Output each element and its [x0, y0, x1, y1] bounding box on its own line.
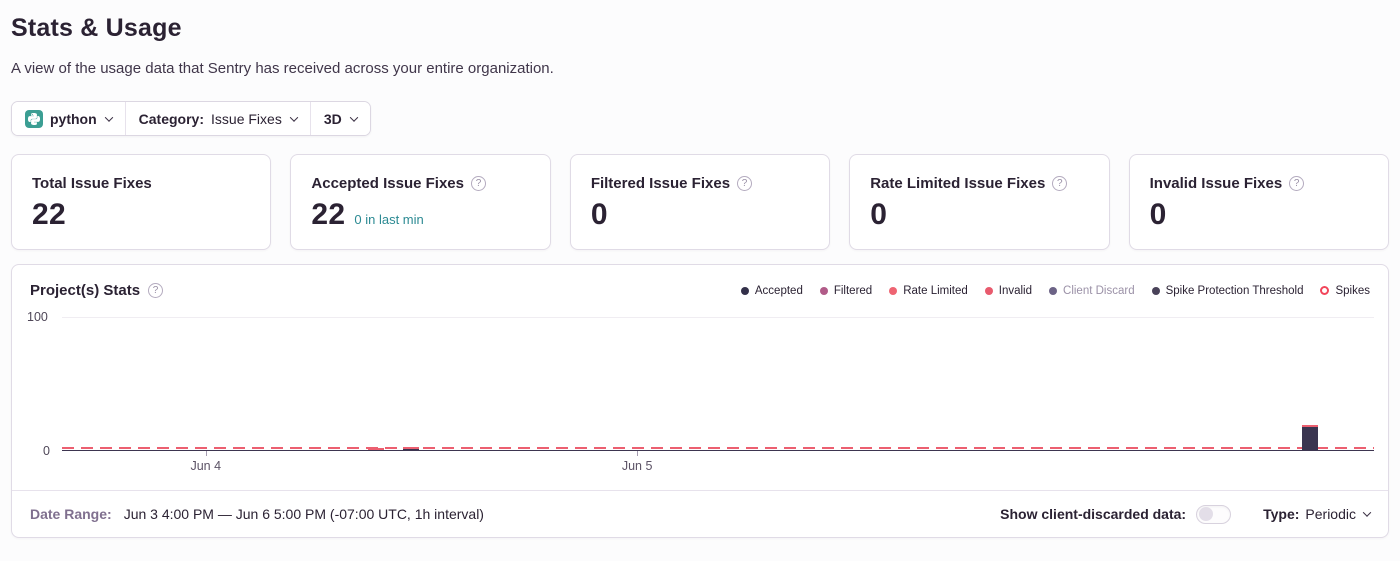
stat-card-label: Invalid Issue Fixes: [1150, 175, 1283, 192]
legend-dot-icon: [985, 287, 993, 295]
stat-card-value-row: 0: [1150, 198, 1368, 232]
stat-card-header: Filtered Issue Fixes?: [591, 175, 809, 192]
stat-card: Invalid Issue Fixes? 0: [1129, 154, 1389, 250]
type-value: Periodic: [1305, 506, 1356, 522]
legend-item[interactable]: Invalid: [985, 285, 1032, 297]
stat-card-value-row: 0: [870, 198, 1088, 232]
stat-card-value-row: 0: [591, 198, 809, 232]
stat-card-value: 22: [311, 198, 345, 232]
legend-item[interactable]: Client Discard: [1049, 285, 1135, 297]
help-icon[interactable]: ?: [471, 176, 486, 191]
stat-card-value-row: 22 0 in last min: [311, 198, 529, 232]
chart-legend: Accepted Filtered Rate Limited Invalid Clien…: [741, 285, 1370, 297]
chart-bar: [368, 448, 384, 450]
x-axis-tick-label: Jun 5: [622, 459, 653, 473]
gridline-100: [62, 317, 1374, 318]
chevron-down-icon: [104, 113, 112, 121]
legend-label: Filtered: [834, 285, 872, 297]
chart-footer: Date Range: Jun 3 4:00 PM — Jun 6 5:00 P…: [12, 490, 1388, 537]
x-axis: Jun 4 Jun 5: [62, 451, 1374, 478]
stat-card-label: Total Issue Fixes: [32, 175, 152, 192]
legend-item[interactable]: Spikes: [1320, 285, 1370, 297]
period-filter-value: 3D: [324, 111, 342, 127]
legend-dot-icon: [1049, 287, 1057, 295]
legend-item[interactable]: Accepted: [741, 285, 803, 297]
chevron-down-icon: [290, 113, 298, 121]
chevron-down-icon: [1363, 508, 1371, 516]
help-icon[interactable]: ?: [737, 176, 752, 191]
stat-card-value: 0: [1150, 198, 1167, 232]
category-filter-value: Issue Fixes: [211, 111, 282, 127]
date-range-value: Jun 3 4:00 PM — Jun 6 5:00 PM (-07:00 UT…: [124, 506, 484, 522]
type-label: Type:: [1263, 506, 1299, 522]
x-axis-tick-label: Jun 4: [190, 459, 221, 473]
legend-label: Spike Protection Threshold: [1166, 285, 1304, 297]
legend-item[interactable]: Rate Limited: [889, 285, 968, 297]
page-subtitle: A view of the usage data that Sentry has…: [11, 60, 1389, 77]
legend-dot-icon: [889, 287, 897, 295]
client-discarded-toggle[interactable]: [1196, 505, 1231, 524]
stat-card: Rate Limited Issue Fixes? 0: [849, 154, 1109, 250]
y-axis-label-0: 0: [43, 444, 50, 458]
category-filter-label: Category:: [139, 111, 204, 127]
legend-dot-icon: [1152, 287, 1160, 295]
legend-label: Rate Limited: [903, 285, 968, 297]
legend-label: Spikes: [1335, 285, 1370, 297]
x-axis-tick: [206, 451, 207, 456]
stat-card-header: Total Issue Fixes: [32, 175, 250, 192]
chart-title: Project(s) Stats: [30, 282, 140, 299]
chart-plot-area: 100 0 Jun 4 Jun 5: [62, 317, 1374, 478]
project-filter-dropdown[interactable]: python: [12, 102, 125, 135]
stat-card-header: Accepted Issue Fixes?: [311, 175, 529, 192]
stat-card-value: 0: [870, 198, 887, 232]
chevron-down-icon: [349, 113, 357, 121]
type-dropdown[interactable]: Type: Periodic: [1263, 506, 1370, 522]
toggle-knob: [1199, 507, 1213, 521]
legend-dot-icon: [820, 287, 828, 295]
stat-card-label: Filtered Issue Fixes: [591, 175, 730, 192]
stat-card-label: Accepted Issue Fixes: [311, 175, 464, 192]
y-axis-label-100: 100: [27, 310, 48, 324]
stat-card-subvalue: 0 in last min: [354, 212, 423, 227]
chart-bar: [403, 447, 419, 450]
client-discarded-toggle-label: Show client-discarded data:: [1000, 506, 1186, 522]
python-icon: [25, 110, 43, 128]
stat-card-value: 0: [591, 198, 608, 232]
help-icon[interactable]: ?: [1052, 176, 1067, 191]
chart-header: Project(s) Stats ? Accepted Filtered Rate …: [12, 265, 1388, 303]
spike-protection-threshold-line: [62, 447, 1374, 449]
filter-bar: python Category: Issue Fixes 3D: [11, 101, 371, 136]
stat-card: Filtered Issue Fixes? 0: [570, 154, 830, 250]
period-filter-dropdown[interactable]: 3D: [310, 102, 370, 135]
legend-ring-icon: [1320, 286, 1329, 295]
stat-card-header: Rate Limited Issue Fixes?: [870, 175, 1088, 192]
stat-card: Accepted Issue Fixes? 22 0 in last min: [290, 154, 550, 250]
date-range-label: Date Range:: [30, 506, 112, 522]
stats-usage-page: Stats & Usage A view of the usage data t…: [0, 0, 1400, 538]
stat-card-value-row: 22: [32, 198, 250, 232]
stat-card-header: Invalid Issue Fixes?: [1150, 175, 1368, 192]
legend-item[interactable]: Filtered: [820, 285, 872, 297]
page-title: Stats & Usage: [11, 14, 1389, 43]
legend-label: Invalid: [999, 285, 1032, 297]
x-axis-tick: [637, 451, 638, 456]
legend-label: Accepted: [755, 285, 803, 297]
stat-card: Total Issue Fixes 22: [11, 154, 271, 250]
help-icon[interactable]: ?: [1289, 176, 1304, 191]
project-filter-value: python: [50, 111, 97, 127]
legend-item[interactable]: Spike Protection Threshold: [1152, 285, 1304, 297]
project-stats-panel: Project(s) Stats ? Accepted Filtered Rate …: [11, 264, 1389, 538]
stat-cards-row: Total Issue Fixes22Accepted Issue Fixes?…: [11, 154, 1389, 250]
chart-bar: [1302, 425, 1318, 450]
chart-plot: 100 0: [62, 317, 1374, 451]
legend-dot-icon: [741, 287, 749, 295]
category-filter-dropdown[interactable]: Category: Issue Fixes: [125, 102, 310, 135]
stat-card-label: Rate Limited Issue Fixes: [870, 175, 1045, 192]
stat-card-value: 22: [32, 198, 66, 232]
help-icon[interactable]: ?: [148, 283, 163, 298]
legend-label: Client Discard: [1063, 285, 1135, 297]
